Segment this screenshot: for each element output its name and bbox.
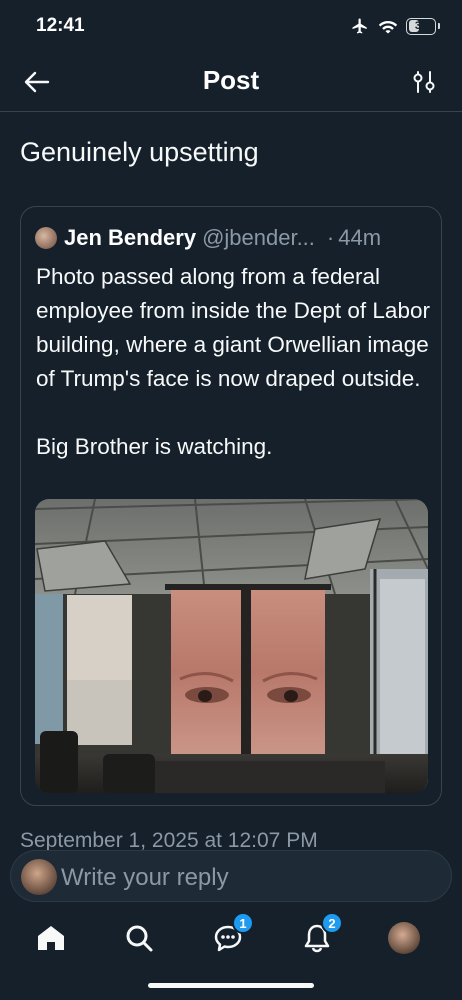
quoted-post-time: 44m [338,225,382,250]
quoted-post[interactable]: Jen Bendery @jbender... · 44m Photo pass… [20,206,442,806]
battery-level: 39 [414,20,428,32]
quoted-author-handle[interactable]: @jbender... [202,225,315,251]
office-window-photo [35,499,428,793]
status-time: 12:41 [36,15,85,36]
tab-profile[interactable] [384,918,424,958]
post-text: Genuinely upsetting [20,137,259,167]
battery-tip [438,23,440,29]
tab-search[interactable] [119,918,159,958]
tab-messages[interactable]: 1 [208,912,254,958]
wifi-icon [378,21,398,34]
quoted-post-header: Jen Bendery @jbender... · 44m [35,225,381,251]
reply-input[interactable]: Write your reply [10,850,452,902]
messages-badge: 1 [232,912,254,934]
profile-avatar [388,922,420,954]
user-avatar [21,859,57,895]
home-icon [38,926,64,950]
status-icons: 39 [350,17,440,35]
separator-dot: · [326,225,335,250]
notifications-badge: 2 [321,912,343,934]
quoted-author-name[interactable]: Jen Bendery [64,225,196,251]
quoted-author-avatar[interactable] [35,227,57,249]
airplane-icon [352,18,367,34]
status-bar: 12:41 39 [0,0,462,54]
reply-placeholder: Write your reply [61,864,229,891]
home-indicator [148,983,314,988]
search-icon [126,925,153,952]
bottom-tab-bar: 1 2 [0,912,462,968]
quoted-post-text: Photo passed along from a federal employ… [36,264,430,459]
battery-indicator: 39 [406,17,436,35]
filter-button[interactable] [412,69,436,95]
quoted-post-photo[interactable] [35,499,428,793]
sliders-icon [413,71,435,93]
tab-notifications[interactable]: 2 [297,912,343,958]
page-title: Post [202,65,260,95]
header: Post [0,54,462,112]
tab-home[interactable] [31,918,71,958]
